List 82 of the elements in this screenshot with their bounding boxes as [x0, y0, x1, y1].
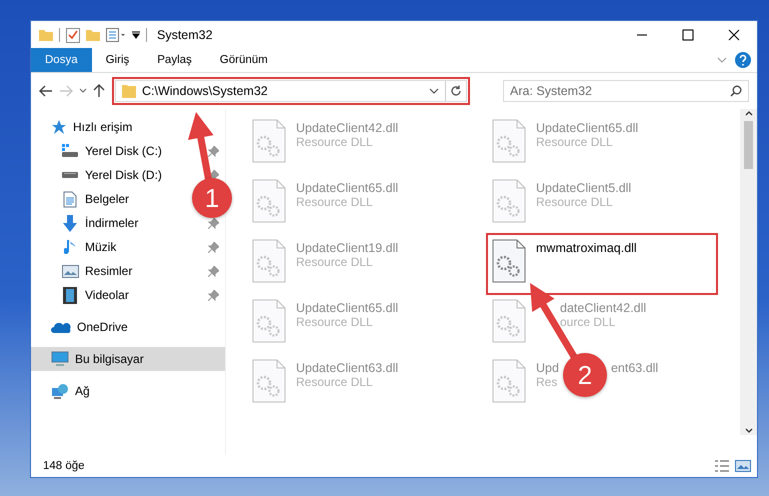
- gear-file-icon: [252, 179, 286, 223]
- sidebar-item[interactable]: Resimler: [31, 259, 138, 283]
- folder-icon: [122, 84, 136, 98]
- ribbon-tab[interactable]: Paylaş: [143, 48, 206, 72]
- file-name: mwmatroximaq.dll: [536, 241, 637, 255]
- network-icon: [51, 383, 69, 399]
- search-icon: [730, 85, 742, 97]
- file-type: ource DLL: [560, 315, 616, 329]
- pin-icon[interactable]: [208, 218, 219, 228]
- gear-file-icon: [492, 179, 526, 223]
- file-name: UpdateClient65.dll: [296, 181, 398, 195]
- picture-icon: [62, 264, 78, 278]
- details-view-icon[interactable]: [715, 460, 729, 472]
- gear-file-icon: [252, 239, 286, 283]
- scrollbar[interactable]: [740, 109, 757, 435]
- file-type: Resource DLL: [296, 375, 373, 389]
- file-type: Res: [536, 375, 558, 389]
- music-note-icon: [64, 238, 76, 256]
- search-field[interactable]: Ara: System32: [503, 80, 749, 102]
- up-arrow-icon[interactable]: [93, 84, 105, 98]
- item-count: 148 öğe: [43, 460, 85, 472]
- pin-icon[interactable]: [208, 266, 219, 276]
- star-icon: [51, 119, 67, 135]
- cloud-icon: [51, 321, 71, 333]
- help-icon[interactable]: [735, 52, 751, 68]
- file-name: UpdateClient63.dll: [296, 361, 398, 375]
- file-name: UpdateClient42.dll: [296, 121, 398, 135]
- gear-file-icon: [492, 359, 526, 403]
- sidebar-item[interactable]: Belgeler: [31, 187, 136, 211]
- file-type: Resource DLL: [296, 195, 373, 209]
- file-type: Resource DLL: [296, 315, 373, 329]
- sidebar-item[interactable]: Yerel Disk (C:): [31, 139, 168, 163]
- chevron-down-icon[interactable]: [79, 88, 87, 94]
- file-type: Resource DLL: [536, 195, 613, 209]
- gear-file-icon: [492, 119, 526, 163]
- gear-file-icon: [252, 119, 286, 163]
- gear-file-icon: [252, 359, 286, 403]
- view-options-icon[interactable]: [106, 28, 126, 42]
- computer-icon: [51, 351, 69, 367]
- sidebar-item[interactable]: Yerel Disk (D:): [31, 163, 168, 187]
- pin-icon[interactable]: [208, 170, 219, 180]
- gear-file-icon: [492, 299, 526, 343]
- pin-icon[interactable]: [208, 242, 219, 252]
- address-bar[interactable]: C:\Windows\System32: [115, 80, 467, 102]
- gear-file-icon: [492, 239, 526, 283]
- ribbon-tab[interactable]: Giriş: [92, 48, 144, 72]
- highlighted-file-item[interactable]: mwmatroximaq.dll: [488, 235, 716, 293]
- ribbon-tab[interactable]: Görünüm: [206, 48, 282, 72]
- gear-file-icon: [252, 299, 286, 343]
- drive-icon: [61, 144, 79, 158]
- sidebar-item[interactable]: Hızlı erişim: [31, 115, 225, 139]
- large-icons-view-icon[interactable]: [735, 460, 751, 472]
- file-type: Resource DLL: [296, 135, 373, 149]
- window-title: System32: [157, 28, 213, 42]
- scroll-thumb[interactable]: [744, 121, 753, 169]
- download-arrow-icon: [62, 214, 78, 232]
- customize-dropdown-icon[interactable]: [132, 30, 140, 38]
- file-name: UpdateClient5.dll: [536, 181, 632, 195]
- file-name: dateClient42.dll: [560, 301, 646, 315]
- refresh-icon[interactable]: [450, 85, 462, 97]
- sidebar-item[interactable]: Videolar: [31, 283, 135, 307]
- sidebar-item[interactable]: İndirmeler: [31, 211, 144, 235]
- file-name: Upd: [536, 361, 559, 375]
- sidebar-item[interactable]: OneDrive: [31, 315, 225, 339]
- ribbon-tab[interactable]: Dosya: [31, 48, 92, 72]
- file-name: UpdateClient65.dll: [536, 121, 638, 135]
- drive-icon: [61, 171, 79, 179]
- back-arrow-icon[interactable]: [39, 85, 53, 97]
- film-icon: [63, 286, 77, 304]
- sidebar-item[interactable]: Bu bilgisayar: [31, 347, 225, 371]
- pin-icon[interactable]: [208, 146, 219, 156]
- file-name: UpdateClient65.dll: [296, 301, 398, 315]
- file-name: ent63.dll: [610, 361, 658, 375]
- file-name: UpdateClient19.dll: [296, 241, 398, 255]
- sidebar-item[interactable]: Müzik: [31, 235, 122, 259]
- sidebar-item[interactable]: Ağ: [31, 379, 225, 403]
- properties-icon[interactable]: [66, 26, 80, 42]
- chevron-down-icon[interactable]: [429, 88, 439, 94]
- file-type: Resource DLL: [536, 135, 613, 149]
- file-type: Resource DLL: [296, 255, 373, 269]
- pin-icon[interactable]: [208, 290, 219, 300]
- document-icon: [63, 190, 77, 208]
